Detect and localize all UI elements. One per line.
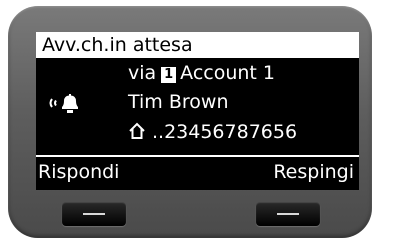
answer-softkey[interactable]: Rispondi <box>38 160 119 184</box>
screen-title: Avv.ch.in attesa <box>42 34 193 56</box>
account-name: Account 1 <box>180 62 276 84</box>
caller-name: Tim Brown <box>128 91 229 113</box>
caller-number-line: ..23456787656 <box>128 120 297 146</box>
title-bar: Avv.ch.in attesa <box>36 32 359 58</box>
display-screen: Avv.ch.in attesa via 1 Account 1 Tim Brown… <box>36 32 359 190</box>
right-hardware-key[interactable] <box>256 202 320 226</box>
key-bar-icon <box>277 213 299 215</box>
account-line: via 1 Account 1 <box>128 61 275 85</box>
reject-softkey[interactable]: Respingi <box>273 160 354 184</box>
key-bar-icon <box>83 213 105 215</box>
softkey-divider <box>36 155 359 157</box>
softkey-bar: Rispondi Respingi <box>36 160 359 188</box>
caller-number: ..23456787656 <box>152 121 298 143</box>
caller-name-line: Tim Brown <box>128 90 228 114</box>
account-number-badge: 1 <box>161 67 177 83</box>
left-hardware-key[interactable] <box>62 202 126 226</box>
ringing-bell-icon <box>46 90 82 116</box>
via-label: via <box>128 62 157 84</box>
home-icon <box>128 122 146 146</box>
